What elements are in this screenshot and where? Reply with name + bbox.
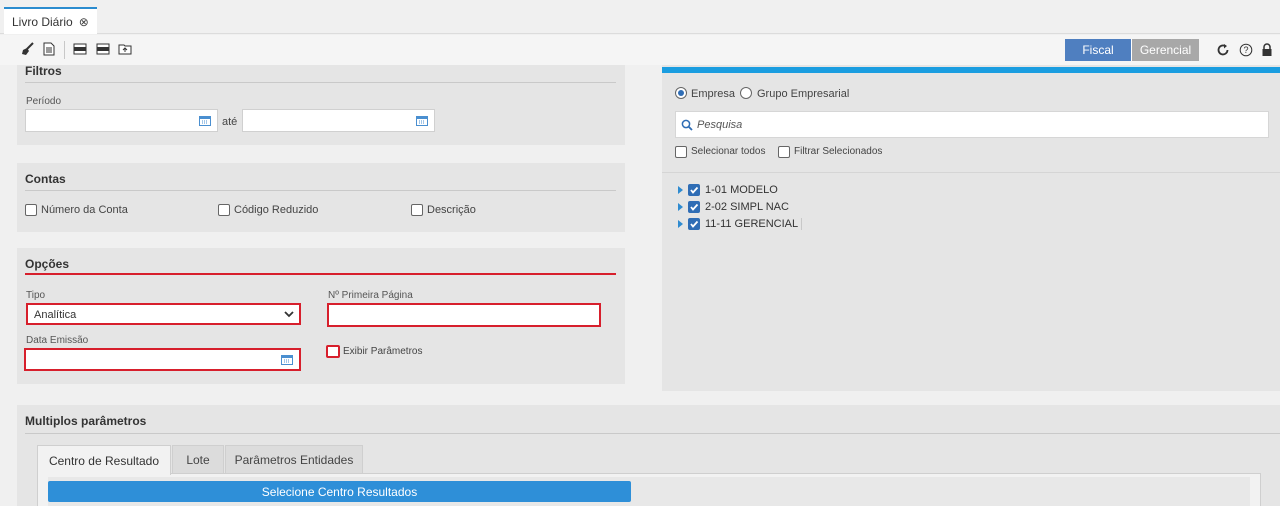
tipo-select[interactable]: Analítica [26,303,301,325]
search-icon [681,119,693,134]
data-emissao-label: Data Emissão [26,335,89,346]
gerencial-button[interactable]: Gerencial [1131,39,1199,61]
tab-livro-diario[interactable]: Livro Diário ⊗ [4,7,97,34]
expand-arrow-icon[interactable] [678,186,683,194]
svg-text:?: ? [1243,45,1248,55]
primeira-pagina-field[interactable] [327,303,601,327]
descricao-checkbox[interactable] [411,204,423,216]
calendar-icon[interactable] [199,115,211,129]
filtros-title: Filtros [25,64,62,78]
periodo-label: Período [26,96,62,107]
document-icon[interactable] [41,41,57,57]
tab-centro-resultado[interactable]: Centro de Resultado [37,445,171,475]
exibir-parametros-checkbox[interactable] [326,345,340,358]
selecione-centro-resultados-button[interactable]: Selecione Centro Resultados [48,481,631,502]
pdf-export-icon[interactable] [95,41,111,57]
checkbox-checked-icon[interactable] [688,218,700,230]
empresas-header-bar [662,67,1280,73]
expand-arrow-icon[interactable] [678,203,683,211]
toolbar-divider [64,41,65,59]
view-mode-toggle: Fiscal Gerencial [1065,39,1199,61]
multiplos-divider [25,433,1280,434]
tree-divider [662,172,1280,173]
filtros-divider [25,82,616,83]
opcoes-divider [25,273,616,275]
empresa-search-input[interactable]: Pesquisa [675,111,1269,138]
close-tab-icon[interactable]: ⊗ [79,15,89,29]
tipo-label: Tipo [26,290,46,301]
tab-strip: Livro Diário ⊗ [0,0,1280,34]
upload-icon[interactable] [117,41,133,57]
tree-item-label: 11-11 GERENCIAL [705,218,803,230]
filtros-panel: Filtros Período até [17,64,625,145]
search-placeholder: Pesquisa [697,119,743,131]
opcoes-panel: Opções Tipo Analítica Nº Primeira Página… [17,248,625,384]
data-emissao-field[interactable] [24,348,301,371]
multiplos-title: Multiplos parâmetros [25,414,147,428]
filtrar-selecionados-checkbox[interactable] [778,146,790,158]
tipo-value: Analítica [34,309,77,321]
help-icon[interactable]: ? [1238,42,1254,58]
descricao-label: Descrição [427,204,476,216]
checkbox-checked-icon[interactable] [688,201,700,213]
tab-parametros-entidades[interactable]: Parâmetros Entidades [225,445,363,473]
contas-divider [25,190,616,191]
contas-title: Contas [25,172,66,186]
empresa-radio-label: Empresa [691,88,736,100]
tree-item-simpl-nac[interactable]: 2-02 SIMPL NAC [678,200,789,214]
selecionar-todos-checkbox[interactable] [675,146,687,158]
calendar-icon[interactable] [416,115,428,129]
chevron-down-icon [283,308,295,323]
tree-item-gerencial[interactable]: 11-11 GERENCIAL [678,217,803,231]
tree-item-modelo[interactable]: 1-01 MODELO [678,183,778,197]
empresa-radio[interactable] [675,87,687,99]
tab-lote[interactable]: Lote [172,445,224,473]
primeira-pagina-label: Nº Primeira Página [328,290,413,301]
fiscal-button[interactable]: Fiscal [1065,39,1131,61]
opcoes-title: Opções [25,257,70,271]
selecionar-todos-label: Selecionar todos [691,146,766,157]
lock-icon[interactable] [1259,42,1275,58]
filtrar-selecionados-label: Filtrar Selecionados [794,146,883,157]
calendar-icon[interactable] [281,354,293,368]
codigo-reduzido-checkbox[interactable] [218,204,230,216]
expand-arrow-icon[interactable] [678,220,683,228]
exibir-parametros-label: Exibir Parâmetros [343,346,423,357]
numero-conta-label: Número da Conta [41,204,128,216]
codigo-reduzido-label: Código Reduzido [234,204,319,216]
broom-icon[interactable] [20,41,36,57]
periodo-start-field[interactable] [25,109,218,132]
contas-panel: Contas Número da Conta Código Reduzido D… [17,163,625,232]
tree-item-label: 2-02 SIMPL NAC [705,201,789,213]
ate-label: até [222,116,238,128]
checkbox-checked-icon[interactable] [688,184,700,196]
tab-title: Livro Diário [12,14,73,29]
tree-item-label: 1-01 MODELO [705,184,778,196]
refresh-icon[interactable] [1215,42,1231,58]
grupo-empresarial-radio[interactable] [740,87,752,99]
csv-export-icon[interactable] [72,41,88,57]
periodo-end-field[interactable] [242,109,435,132]
numero-conta-checkbox[interactable] [25,204,37,216]
toolbar: Fiscal Gerencial ? [0,35,1280,65]
grupo-empresarial-label: Grupo Empresarial [757,88,850,100]
